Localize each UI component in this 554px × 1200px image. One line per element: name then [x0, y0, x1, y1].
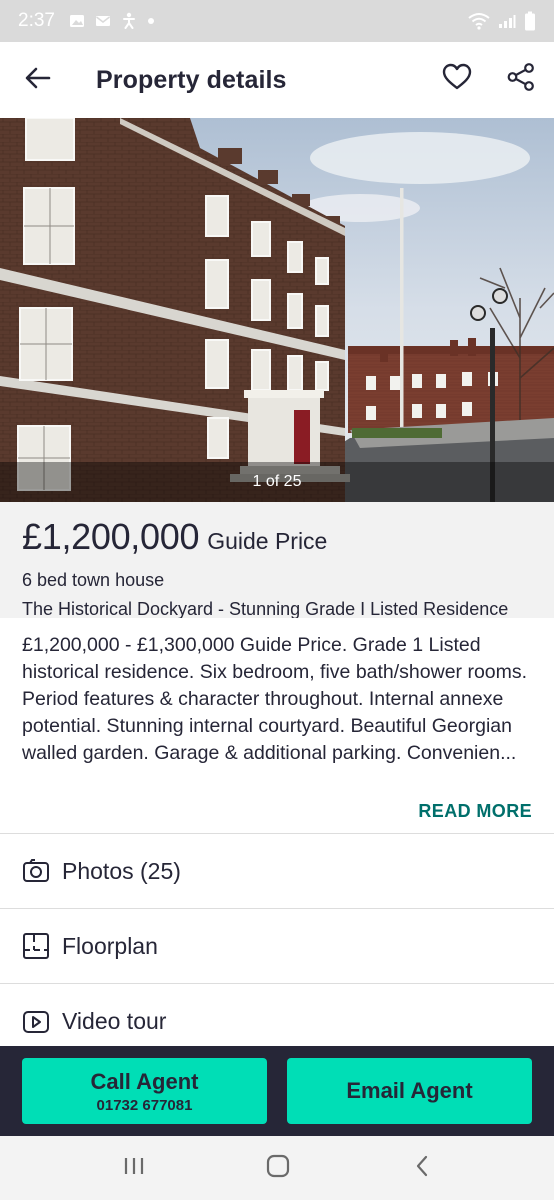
price: £1,200,000: [22, 516, 200, 557]
read-more-link[interactable]: READ MORE: [418, 801, 532, 822]
share-icon: [506, 62, 536, 97]
photos-label: Photos (25): [62, 857, 181, 884]
wifi-icon: [468, 12, 490, 30]
app-bar: Property details: [0, 42, 554, 118]
price-qualifier: Guide Price: [207, 528, 328, 554]
favourite-button[interactable]: [432, 54, 482, 104]
back-icon: [415, 1155, 429, 1182]
floorplan-icon: [22, 932, 50, 960]
recent-apps-icon: [123, 1156, 145, 1181]
photos-row[interactable]: Photos (25): [0, 834, 554, 909]
agent-phone-number: 01732 677081: [96, 1096, 193, 1114]
camera-icon: [22, 857, 50, 885]
battery-icon: [524, 11, 536, 31]
floorplan-row[interactable]: Floorplan: [0, 909, 554, 984]
play-icon: [22, 1008, 50, 1036]
system-navigation-bar: [0, 1136, 554, 1200]
signal-icon: [498, 13, 516, 29]
home-button[interactable]: [258, 1150, 298, 1186]
image-icon: [69, 13, 85, 29]
arrow-left-icon: [25, 67, 51, 94]
property-type: 6 bed town house: [22, 570, 165, 590]
contact-bar: Call Agent 01732 677081 Email Agent: [0, 1046, 554, 1136]
floorplan-label: Floorplan: [62, 932, 158, 959]
email-agent-button[interactable]: Email Agent: [287, 1058, 532, 1124]
email-agent-label: Email Agent: [346, 1078, 473, 1103]
description-section: £1,200,000 - £1,300,000 Guide Price. Gra…: [0, 618, 554, 834]
call-agent-label: Call Agent: [90, 1068, 199, 1094]
property-photo-gallery[interactable]: 1 of 25: [0, 118, 554, 502]
recent-apps-button[interactable]: [114, 1150, 154, 1186]
back-button[interactable]: [0, 42, 76, 118]
call-agent-button[interactable]: Call Agent 01732 677081: [22, 1058, 267, 1124]
status-bar: 2:37: [0, 0, 554, 42]
description-text: £1,200,000 - £1,300,000 Guide Price. Gra…: [22, 634, 528, 764]
mail-icon: [95, 13, 111, 29]
home-icon: [266, 1154, 290, 1183]
heart-icon: [442, 63, 472, 96]
system-back-button[interactable]: [402, 1150, 442, 1186]
accessibility-icon: [121, 12, 137, 30]
dot-icon: [147, 17, 155, 25]
share-button[interactable]: [496, 54, 546, 104]
photo-counter-bar: 1 of 25: [0, 462, 554, 502]
price-summary: £1,200,000 Guide Price 6 bed town house …: [0, 502, 554, 619]
video-tour-label: Video tour: [62, 1008, 167, 1034]
property-address: The Historical Dockyard - Stunning Grade…: [22, 599, 509, 619]
status-time: 2:37: [18, 10, 55, 31]
page-title: Property details: [96, 65, 287, 94]
photo-counter: 1 of 25: [252, 473, 302, 490]
property-photo: [0, 118, 554, 502]
